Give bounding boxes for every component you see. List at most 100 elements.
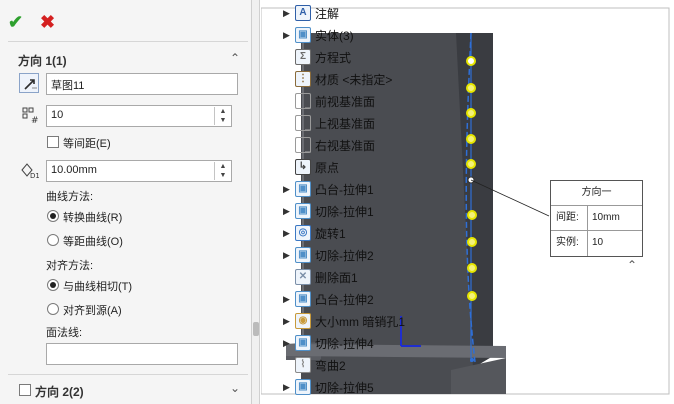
callout-instances-label: 实例: — [551, 231, 588, 256]
cut-extrude-icon: ▣ — [295, 247, 311, 263]
expand-arrow-icon[interactable]: ▶ — [283, 250, 295, 261]
tree-item-label: 凸台-拉伸1 — [315, 182, 374, 197]
curve-offset-label: 等距曲线(O) — [63, 236, 123, 248]
tree-item[interactable]: ▶ A 注解 — [283, 2, 405, 24]
tree-item-label: 原点 — [315, 160, 340, 175]
tree-item-label: 方程式 — [315, 50, 352, 65]
tree-item-label: 切除-拉伸4 — [315, 336, 374, 351]
tree-item[interactable]: ▶ ▣ 切除-拉伸2 — [283, 244, 405, 266]
expand-arrow-icon[interactable]: ▶ — [283, 338, 295, 349]
direction1-title[interactable]: 方向 1(1) — [18, 52, 67, 69]
tree-item-label: 大小mm 暗销孔1 — [315, 314, 406, 329]
tree-item-label: 实体(3) — [315, 28, 354, 43]
plane-icon — [295, 137, 311, 153]
direction2-checkbox[interactable] — [19, 384, 31, 396]
equal-spacing-checkbox[interactable] — [47, 136, 59, 148]
tree-item[interactable]: ▶ ▣ 切除-拉伸5 — [283, 376, 405, 398]
tree-item[interactable]: ⌇ 弯曲2 — [283, 354, 405, 376]
spacing-icon: D1 — [19, 160, 40, 180]
boss-extrude-icon: ▣ — [295, 291, 311, 307]
tree-item[interactable]: Σ 方程式 — [283, 46, 405, 68]
chevron-up-icon[interactable]: ⌃ — [230, 51, 240, 65]
curve-offset-radio[interactable] — [47, 234, 59, 246]
instances-input[interactable]: 10 — [46, 105, 232, 127]
plane-icon — [295, 93, 311, 109]
tree-item[interactable]: ↳ 原点 — [283, 156, 405, 178]
curve-transform-label: 转换曲线(R) — [63, 212, 123, 224]
expand-arrow-icon[interactable]: ▶ — [283, 206, 295, 217]
callout-row: 实例: 10 — [551, 231, 642, 256]
graphics-viewport[interactable]: ▶ A 注解 ▶ ▣ 实体(3) Σ 方程式 ⋮ 材质 <未指定> 前视基准面 上视基准面 右视基准面 ↳… — [261, 0, 674, 404]
callout-spacing-value[interactable]: 10mm — [588, 206, 642, 230]
direction-selection-icon[interactable] — [19, 73, 39, 93]
tree-item[interactable]: ▶ ▣ 凸台-拉伸2 — [283, 288, 405, 310]
chevron-down-icon[interactable]: ⌄ — [230, 381, 240, 395]
align-tangent-label: 与曲线相切(T) — [63, 281, 133, 293]
splitter-handle[interactable] — [253, 322, 259, 336]
face-normal-field[interactable] — [46, 343, 238, 365]
expand-arrow-icon[interactable]: ▶ — [283, 316, 295, 327]
direction2-title[interactable]: 方向 2(2) — [35, 383, 84, 400]
tree-item[interactable]: ▶ ◉ 大小mm 暗销孔1 — [283, 310, 405, 332]
svg-text:D1: D1 — [30, 172, 39, 180]
tree-item[interactable]: ▶ ◎ 旋转1 — [283, 222, 405, 244]
cut-extrude-icon: ▣ — [295, 335, 311, 351]
tree-item-label: 切除-拉伸5 — [315, 380, 374, 395]
curve-transform-radio[interactable] — [47, 210, 59, 222]
svg-text:#: # — [31, 116, 39, 125]
tree-item-label: 删除面1 — [315, 270, 358, 285]
tree-item[interactable]: 右视基准面 — [283, 134, 405, 156]
boss-extrude-icon: ▣ — [295, 181, 311, 197]
annotation-icon: A — [295, 5, 311, 21]
ok-icon[interactable]: ✔ — [8, 12, 23, 33]
feature-tree: ▶ A 注解 ▶ ▣ 实体(3) Σ 方程式 ⋮ 材质 <未指定> 前视基准面 上视基准面 右视基准面 ↳… — [283, 2, 405, 398]
spacing-stepper[interactable]: ▲ ▼ — [214, 162, 231, 180]
tree-item[interactable]: ⋮ 材质 <未指定> — [283, 68, 405, 90]
expand-arrow-icon[interactable]: ▶ — [283, 294, 295, 305]
instances-stepper[interactable]: ▲ ▼ — [214, 107, 231, 125]
tree-item-label: 弯曲2 — [315, 358, 346, 373]
expand-arrow-icon[interactable]: ▶ — [283, 382, 295, 393]
revolve-icon: ◎ — [295, 225, 311, 241]
align-tangent-radio[interactable] — [47, 279, 59, 291]
expand-arrow-icon[interactable]: ▶ — [283, 30, 295, 41]
tree-item-label: 旋转1 — [315, 226, 346, 241]
direction-reference-field[interactable]: 草图11 — [46, 73, 238, 95]
tree-item-label: 凸台-拉伸2 — [315, 292, 374, 307]
callout-row: 间距: 10mm — [551, 206, 642, 231]
tree-item[interactable]: 上视基准面 — [283, 112, 405, 134]
tree-item[interactable]: ▶ ▣ 切除-拉伸4 — [283, 332, 405, 354]
tree-item[interactable]: 前视基准面 — [283, 90, 405, 112]
expand-arrow-icon[interactable]: ▶ — [283, 184, 295, 195]
equations-icon: Σ — [295, 49, 311, 65]
hole-wizard-icon: ◉ — [295, 313, 311, 329]
tree-item[interactable]: ✕ 删除面1 — [283, 266, 405, 288]
align-to-source-radio[interactable] — [47, 303, 59, 315]
origin-icon: ↳ — [295, 159, 311, 175]
tree-item-label: 材质 <未指定> — [315, 72, 393, 87]
tree-item-label: 上视基准面 — [315, 116, 376, 131]
callout-instances-value[interactable]: 10 — [588, 231, 642, 256]
expand-arrow-icon[interactable]: ▶ — [283, 8, 295, 19]
tree-item-label: 切除-拉伸1 — [315, 204, 374, 219]
close-icon[interactable]: ✖ — [40, 12, 55, 33]
tree-item-label: 切除-拉伸2 — [315, 248, 374, 263]
chevron-up-icon[interactable]: ⌃ — [627, 258, 637, 272]
plane-icon — [295, 115, 311, 131]
tree-item[interactable]: ▶ ▣ 切除-拉伸1 — [283, 200, 405, 222]
property-manager-panel: ✔ ✖ 方向 1(1) ⌃ 草图11 # 10 ▲ ▼ 等间距(E) D1 10.… — [0, 0, 252, 404]
tree-item[interactable]: ▶ ▣ 实体(3) — [283, 24, 405, 46]
tree-item[interactable]: ▶ ▣ 凸台-拉伸1 — [283, 178, 405, 200]
equal-spacing-label: 等间距(E) — [63, 138, 111, 150]
solid-bodies-icon: ▣ — [295, 27, 311, 43]
section-divider — [8, 374, 248, 375]
tree-item-label: 前视基准面 — [315, 94, 376, 109]
curve-method-label: 曲线方法: — [46, 191, 94, 203]
cut-extrude-icon: ▣ — [295, 379, 311, 395]
expand-arrow-icon[interactable]: ▶ — [283, 228, 295, 239]
callout-spacing-label: 间距: — [551, 206, 588, 230]
cut-extrude-icon: ▣ — [295, 203, 311, 219]
panel-splitter[interactable] — [252, 0, 260, 404]
material-icon: ⋮ — [295, 71, 311, 87]
spacing-input[interactable]: 10.00mm — [46, 160, 232, 182]
